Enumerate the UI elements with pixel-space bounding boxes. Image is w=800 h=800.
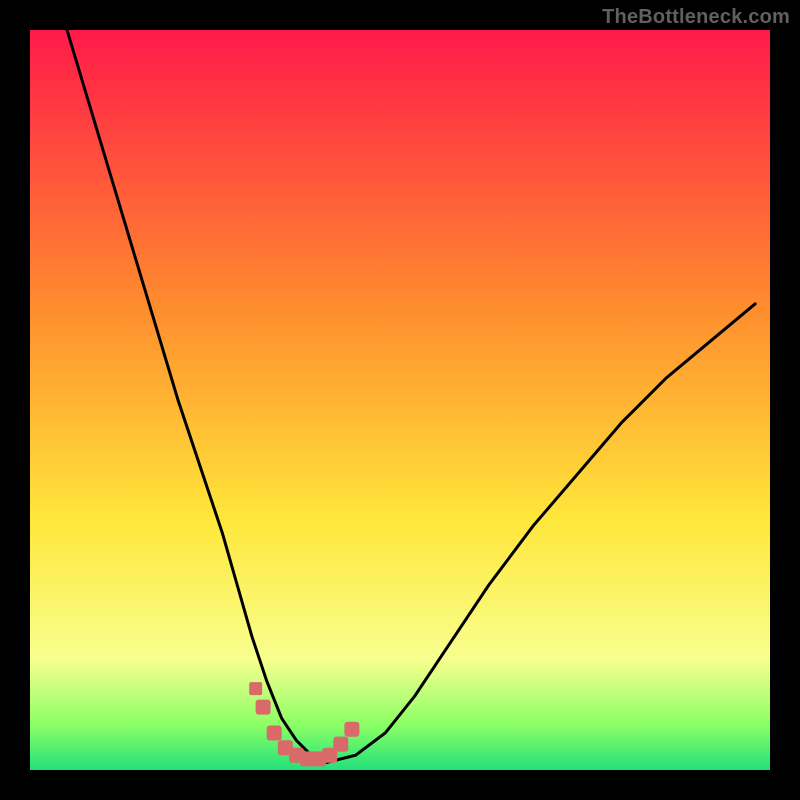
highlight-marker bbox=[344, 722, 359, 737]
gradient-background bbox=[30, 30, 770, 770]
watermark-text: TheBottleneck.com bbox=[602, 6, 790, 29]
bottleneck-plot bbox=[30, 30, 770, 770]
highlight-marker bbox=[267, 726, 282, 741]
highlight-marker bbox=[256, 700, 271, 715]
extra-marker bbox=[249, 682, 262, 695]
highlight-marker bbox=[333, 737, 348, 752]
chart-frame bbox=[30, 30, 770, 770]
